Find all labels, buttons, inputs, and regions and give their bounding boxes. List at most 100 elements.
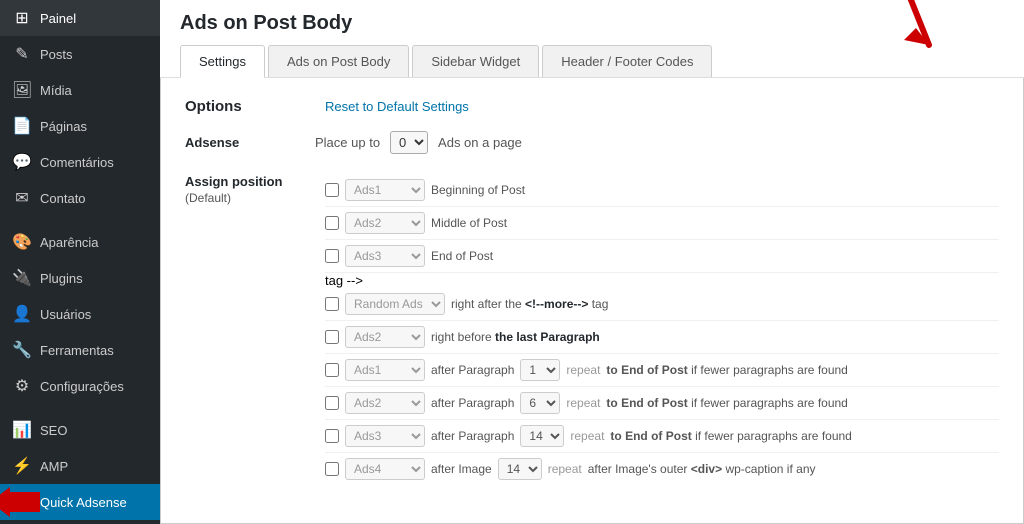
ad-row-2: Ads2 Middle of Post	[325, 207, 999, 240]
sidebar-item-paginas[interactable]: 📄 Páginas	[0, 108, 160, 144]
ad-row-3: Ads3 End of Post	[325, 240, 999, 273]
place-up-to-label: Place up to	[315, 135, 380, 150]
ad-row-5-checkbox[interactable]	[325, 330, 339, 344]
sidebar-item-quick-adsense[interactable]: ⚙ Quick Adsense	[0, 484, 160, 520]
pages-icon: 📄	[12, 116, 32, 136]
options-header: Options Reset to Default Settings	[185, 98, 999, 115]
ad-row-8-slot[interactable]: Ads3	[345, 425, 425, 447]
options-label: Options	[185, 98, 305, 115]
ad-row-1-checkbox[interactable]	[325, 183, 339, 197]
ad-row-1-slot[interactable]: Ads1	[345, 179, 425, 201]
ad-row-6: Ads1 after Paragraph 1 repeat to End of …	[325, 354, 999, 387]
ad-row-4-slot[interactable]: Random Ads	[345, 293, 445, 315]
ad-row-8: Ads3 after Paragraph 14 repeat to End of…	[325, 420, 999, 453]
ad-row-8-checkbox[interactable]	[325, 429, 339, 443]
ad-row-7-end: to End of Post if fewer paragraphs are f…	[606, 396, 847, 410]
sidebar-item-contato[interactable]: ✉ Contato	[0, 180, 160, 216]
ad-row-7-slot[interactable]: Ads2	[345, 392, 425, 414]
tab-container: Settings Ads on Post Body Sidebar Widget…	[180, 45, 1004, 77]
sidebar-item-aparencia[interactable]: 🎨 Aparência	[0, 224, 160, 260]
adsense-label: Adsense	[185, 135, 305, 150]
sidebar-item-plugins[interactable]: 🔌 Plugins	[0, 260, 160, 296]
ad-row-4-checkbox[interactable]	[325, 297, 339, 311]
ad-row-6-end: to End of Post if fewer paragraphs are f…	[606, 363, 847, 377]
content-area: Options Reset to Default Settings Adsens…	[160, 78, 1024, 524]
tabs: Settings Ads on Post Body Sidebar Widget…	[180, 45, 1004, 77]
seo-icon: 📊	[12, 420, 32, 440]
ad-row-3-slot[interactable]: Ads3	[345, 245, 425, 267]
ad-row-9-end: after Image's outer <div> wp-caption if …	[588, 462, 816, 476]
sidebar-item-ferramentas[interactable]: 🔧 Ferramentas	[0, 332, 160, 368]
assign-rows: Ads1 Beginning of Post Ads2 Middle of Po…	[325, 174, 999, 485]
ad-row-6-after: after Paragraph	[431, 363, 514, 377]
plugins-icon: 🔌	[12, 268, 32, 288]
sidebar-item-posts[interactable]: ✎ Posts	[0, 36, 160, 72]
ad-row-7-repeat: repeat	[566, 396, 600, 410]
ad-row-7-after: after Paragraph	[431, 396, 514, 410]
page-header: Ads on Post Body Settings Ads on Post Bo…	[160, 0, 1024, 78]
settings-icon: ⚙	[12, 376, 32, 396]
main-content: Ads on Post Body Settings Ads on Post Bo…	[160, 0, 1024, 524]
ads-on-page-label: Ads on a page	[438, 135, 522, 150]
assign-label-col: Assign position (Default)	[185, 174, 325, 485]
ad-row-1: Ads1 Beginning of Post	[325, 174, 999, 207]
posts-icon: ✎	[12, 44, 32, 64]
ad-row-2-slot[interactable]: Ads2	[345, 212, 425, 234]
ad-row-9-after: after Image	[431, 462, 492, 476]
ad-row-3-checkbox[interactable]	[325, 249, 339, 263]
ad-row-9-repeat: repeat	[548, 462, 582, 476]
ad-row-8-end: to End of Post if fewer paragraphs are f…	[610, 429, 851, 443]
ad-row-5: Ads2 right before the last Paragraph	[325, 321, 999, 354]
quick-adsense-icon: ⚙	[12, 492, 32, 512]
ad-row-8-repeat: repeat	[570, 429, 604, 443]
ad-row-4: Random Ads right after the <!--more--> t…	[325, 288, 999, 321]
ad-row-2-checkbox[interactable]	[325, 216, 339, 230]
assign-position-label: Assign position	[185, 174, 325, 191]
amp-icon: ⚡	[12, 456, 32, 476]
users-icon: 👤	[12, 304, 32, 324]
adsense-row: Adsense Place up to 0123 Ads on a page	[185, 131, 999, 154]
ad-row-8-number[interactable]: 14	[520, 425, 564, 447]
sidebar-item-amp[interactable]: ⚡ AMP	[0, 448, 160, 484]
sidebar-item-painel[interactable]: ⊞ Painel	[0, 0, 160, 36]
collapse-menu[interactable]: ← Recolher menu	[0, 520, 160, 524]
mail-icon: ✉	[12, 188, 32, 208]
tab-settings[interactable]: Settings	[180, 45, 265, 78]
sidebar-item-usuarios[interactable]: 👤 Usuários	[0, 296, 160, 332]
dashboard-icon: ⊞	[12, 8, 32, 28]
ad-row-7-checkbox[interactable]	[325, 396, 339, 410]
assign-section: Assign position (Default) Ads1 Beginning…	[185, 174, 999, 485]
sidebar-item-configuracoes[interactable]: ⚙ Configurações	[0, 368, 160, 404]
tab-header-footer-codes[interactable]: Header / Footer Codes	[542, 45, 712, 77]
ad-row-7-number[interactable]: 6	[520, 392, 560, 414]
tab-sidebar-widget[interactable]: Sidebar Widget	[412, 45, 539, 77]
ad-row-8-after: after Paragraph	[431, 429, 514, 443]
ad-row-9-number[interactable]: 14	[498, 458, 542, 480]
ad-row-6-repeat: repeat	[566, 363, 600, 377]
ad-row-6-checkbox[interactable]	[325, 363, 339, 377]
page-title: Ads on Post Body	[180, 0, 1004, 35]
ad-row-4-position: right after the <!--more--> tag	[451, 297, 608, 311]
reset-link[interactable]: Reset to Default Settings	[325, 99, 469, 114]
ad-row-9-checkbox[interactable]	[325, 462, 339, 476]
tools-icon: 🔧	[12, 340, 32, 360]
ad-row-5-position: right before the last Paragraph	[431, 330, 600, 344]
tab-ads-on-post-body[interactable]: Ads on Post Body	[268, 45, 409, 77]
comments-icon: 💬	[12, 152, 32, 172]
ad-row-7: Ads2 after Paragraph 6 repeat to End of …	[325, 387, 999, 420]
ad-row-5-slot[interactable]: Ads2	[345, 326, 425, 348]
ad-row-9: Ads4 after Image 14 repeat after Image's…	[325, 453, 999, 485]
sidebar-item-seo[interactable]: 📊 SEO	[0, 412, 160, 448]
ad-row-3-position: End of Post	[431, 249, 493, 263]
sidebar-item-midia[interactable]: 🖼 Mídia	[0, 72, 160, 108]
sidebar: ⊞ Painel ✎ Posts 🖼 Mídia 📄 Páginas 💬 Com…	[0, 0, 160, 524]
media-icon: 🖼	[12, 80, 32, 100]
assign-position-sub: (Default)	[185, 191, 325, 205]
ad-row-6-number[interactable]: 1	[520, 359, 560, 381]
ad-row-1-position: Beginning of Post	[431, 183, 525, 197]
appearance-icon: 🎨	[12, 232, 32, 252]
ad-row-6-slot[interactable]: Ads1	[345, 359, 425, 381]
ad-row-9-slot[interactable]: Ads4	[345, 458, 425, 480]
place-up-to-select[interactable]: 0123	[390, 131, 428, 154]
sidebar-item-comentarios[interactable]: 💬 Comentários	[0, 144, 160, 180]
